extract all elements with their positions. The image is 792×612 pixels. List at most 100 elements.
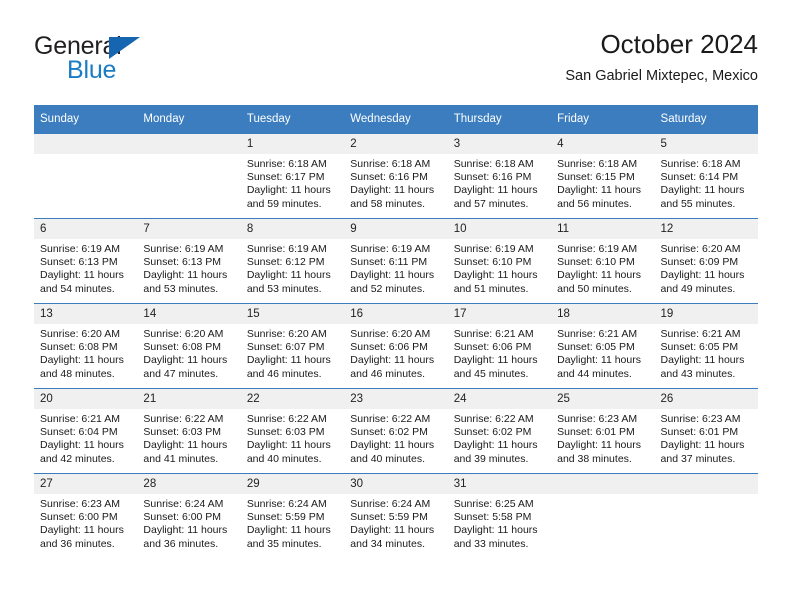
calendar-day-cell[interactable]: 5 Sunrise: 6:18 AM Sunset: 6:14 PM Daylight… [654, 134, 758, 219]
calendar-day-cell[interactable]: 15 Sunrise: 6:20 AM Sunset: 6:07 PM Dayligh… [240, 303, 345, 389]
calendar-day-cell[interactable]: 16 Sunrise: 6:20 AM Sunset: 6:06 PM Dayligh… [344, 303, 448, 389]
calendar-day-cell[interactable]: 24 Sunrise: 6:22 AM Sunset: 6:02 PM Dayligh… [447, 388, 552, 474]
daylight-duration-line1: Daylight: 11 hours [453, 184, 538, 197]
weekday-header-tuesday: Tuesday [240, 105, 345, 134]
daylight-duration-line2: and 48 minutes. [40, 367, 115, 380]
sunrise-time: Sunrise: 6:25 AM [453, 498, 534, 510]
calendar-cell-empty [551, 473, 655, 558]
calendar-day-cell[interactable]: 19 Sunrise: 6:21 AM Sunset: 6:05 PM Dayligh… [654, 303, 758, 389]
day-number: 8 [240, 219, 345, 239]
calendar-day-cell[interactable]: 9 Sunrise: 6:19 AM Sunset: 6:11 PM Daylight… [344, 218, 448, 304]
calendar-week-row: 1 Sunrise: 6:18 AM Sunset: 6:17 PM Daylight… [34, 134, 758, 219]
day-number: 20 [34, 389, 138, 409]
sunrise-time: Sunrise: 6:19 AM [246, 243, 327, 255]
calendar-day-cell[interactable]: 20 Sunrise: 6:21 AM Sunset: 6:04 PM Dayligh… [34, 388, 138, 474]
calendar-day-cell[interactable]: 21 Sunrise: 6:22 AM Sunset: 6:03 PM Dayligh… [137, 388, 241, 474]
day-number: 16 [344, 304, 448, 324]
calendar-day-cell[interactable]: 10 Sunrise: 6:19 AM Sunset: 6:10 PM Dayligh… [447, 218, 552, 304]
day-number: 28 [137, 474, 241, 494]
sunset-time: Sunset: 6:17 PM [246, 171, 325, 184]
day-details: Sunrise: 6:20 AM Sunset: 6:08 PM Daylight:… [137, 324, 240, 381]
calendar-day-cell[interactable]: 8 Sunrise: 6:19 AM Sunset: 6:12 PM Daylight… [240, 218, 345, 304]
day-details: Sunrise: 6:24 AM Sunset: 5:59 PM Daylight:… [241, 494, 344, 551]
daylight-duration-line2: and 47 minutes. [143, 367, 219, 380]
day-number: 15 [240, 304, 345, 324]
daylight-duration-line1: Daylight: 11 hours [246, 184, 331, 197]
sunset-time: Sunset: 5:59 PM [350, 511, 428, 524]
daylight-duration-line1: Daylight: 11 hours [660, 439, 745, 452]
day-details: Sunrise: 6:22 AM Sunset: 6:03 PM Daylight:… [241, 409, 344, 466]
day-details: Sunrise: 6:20 AM Sunset: 6:08 PM Daylight:… [34, 324, 137, 381]
day-number: 23 [344, 389, 448, 409]
sunset-time: Sunset: 6:07 PM [246, 341, 325, 354]
calendar-day-cell[interactable]: 12 Sunrise: 6:20 AM Sunset: 6:09 PM Dayligh… [654, 218, 758, 304]
day-details: Sunrise: 6:20 AM Sunset: 6:06 PM Daylight:… [344, 324, 447, 381]
calendar-day-cell[interactable]: 6 Sunrise: 6:19 AM Sunset: 6:13 PM Daylight… [34, 218, 138, 304]
calendar-day-cell[interactable]: 29 Sunrise: 6:24 AM Sunset: 5:59 PM Dayligh… [240, 473, 345, 558]
daylight-duration-line2: and 37 minutes. [660, 452, 736, 465]
calendar-day-cell[interactable]: 1 Sunrise: 6:18 AM Sunset: 6:17 PM Daylight… [240, 134, 345, 219]
calendar-day-cell[interactable]: 23 Sunrise: 6:22 AM Sunset: 6:02 PM Dayligh… [344, 388, 448, 474]
daylight-duration-line1: Daylight: 11 hours [246, 354, 331, 367]
daylight-duration-line2: and 36 minutes. [143, 537, 219, 550]
calendar-day-cell[interactable]: 3 Sunrise: 6:18 AM Sunset: 6:16 PM Daylight… [447, 134, 552, 219]
daylight-duration-line2: and 49 minutes. [660, 282, 736, 295]
daylight-duration-line2: and 44 minutes. [557, 367, 632, 380]
day-details: Sunrise: 6:19 AM Sunset: 6:13 PM Daylight:… [34, 239, 137, 296]
daylight-duration-line1: Daylight: 11 hours [557, 354, 641, 367]
weekday-header-thursday: Thursday [447, 105, 552, 134]
day-number: 29 [240, 474, 345, 494]
calendar-day-cell[interactable]: 25 Sunrise: 6:23 AM Sunset: 6:01 PM Dayligh… [551, 388, 655, 474]
sunset-time: Sunset: 6:11 PM [350, 256, 428, 269]
sunset-time: Sunset: 6:13 PM [143, 256, 222, 269]
sunset-time: Sunset: 6:08 PM [143, 341, 222, 354]
daylight-duration-line1: Daylight: 11 hours [350, 524, 435, 537]
daylight-duration-line2: and 55 minutes. [660, 197, 736, 210]
day-number: 6 [34, 219, 138, 239]
daylight-duration-line1: Daylight: 11 hours [143, 269, 228, 282]
daylight-duration-line1: Daylight: 11 hours [557, 439, 641, 452]
day-number: 21 [137, 389, 241, 409]
day-details: Sunrise: 6:23 AM Sunset: 6:01 PM Daylight:… [655, 409, 758, 466]
calendar-day-cell[interactable]: 18 Sunrise: 6:21 AM Sunset: 6:05 PM Dayligh… [551, 303, 655, 389]
day-number: 12 [654, 219, 758, 239]
daylight-duration-line1: Daylight: 11 hours [557, 269, 641, 282]
calendar-day-cell[interactable]: 4 Sunrise: 6:18 AM Sunset: 6:15 PM Daylight… [551, 134, 655, 219]
calendar-day-cell[interactable]: 26 Sunrise: 6:23 AM Sunset: 6:01 PM Dayligh… [654, 388, 758, 474]
sunrise-time: Sunrise: 6:22 AM [453, 413, 534, 425]
day-number: 30 [344, 474, 448, 494]
calendar-day-cell[interactable]: 27 Sunrise: 6:23 AM Sunset: 6:00 PM Dayligh… [34, 473, 138, 558]
sunset-time: Sunset: 6:03 PM [246, 426, 325, 439]
calendar-day-cell[interactable]: 13 Sunrise: 6:20 AM Sunset: 6:08 PM Dayligh… [34, 303, 138, 389]
day-number: 2 [344, 134, 448, 154]
daylight-duration-line1: Daylight: 11 hours [246, 269, 331, 282]
sunrise-time: Sunrise: 6:18 AM [660, 158, 741, 170]
calendar-day-cell[interactable]: 11 Sunrise: 6:19 AM Sunset: 6:10 PM Dayligh… [551, 218, 655, 304]
day-number: 14 [137, 304, 241, 324]
daylight-duration-line2: and 52 minutes. [350, 282, 425, 295]
day-number: 26 [654, 389, 758, 409]
sunrise-time: Sunrise: 6:23 AM [40, 498, 120, 510]
sunset-time: Sunset: 6:15 PM [557, 171, 635, 184]
sunset-time: Sunset: 6:08 PM [40, 341, 118, 354]
calendar-day-cell[interactable]: 7 Sunrise: 6:19 AM Sunset: 6:13 PM Daylight… [137, 218, 241, 304]
calendar-day-cell[interactable]: 17 Sunrise: 6:21 AM Sunset: 6:06 PM Dayligh… [447, 303, 552, 389]
daylight-duration-line1: Daylight: 11 hours [660, 354, 745, 367]
day-details: Sunrise: 6:18 AM Sunset: 6:16 PM Daylight:… [448, 154, 551, 211]
daylight-duration-line2: and 38 minutes. [557, 452, 632, 465]
calendar-day-cell[interactable]: 31 Sunrise: 6:25 AM Sunset: 5:58 PM Dayligh… [447, 473, 552, 558]
calendar-day-cell[interactable]: 14 Sunrise: 6:20 AM Sunset: 6:08 PM Dayligh… [137, 303, 241, 389]
calendar-day-cell[interactable]: 30 Sunrise: 6:24 AM Sunset: 5:59 PM Dayligh… [344, 473, 448, 558]
day-details: Sunrise: 6:21 AM Sunset: 6:05 PM Daylight:… [551, 324, 654, 381]
daylight-duration-line1: Daylight: 11 hours [350, 439, 435, 452]
daylight-duration-line1: Daylight: 11 hours [143, 354, 228, 367]
day-number: 24 [447, 389, 552, 409]
calendar-day-cell[interactable]: 28 Sunrise: 6:24 AM Sunset: 6:00 PM Dayligh… [137, 473, 241, 558]
calendar-day-cell[interactable]: 2 Sunrise: 6:18 AM Sunset: 6:16 PM Daylight… [344, 134, 448, 219]
sunrise-time: Sunrise: 6:20 AM [350, 328, 431, 340]
sunset-time: Sunset: 6:00 PM [143, 511, 222, 524]
page-title: October 2024 [600, 29, 758, 59]
day-details: Sunrise: 6:23 AM Sunset: 6:01 PM Daylight:… [551, 409, 654, 466]
sunrise-time: Sunrise: 6:24 AM [246, 498, 327, 510]
calendar-day-cell[interactable]: 22 Sunrise: 6:22 AM Sunset: 6:03 PM Dayligh… [240, 388, 345, 474]
